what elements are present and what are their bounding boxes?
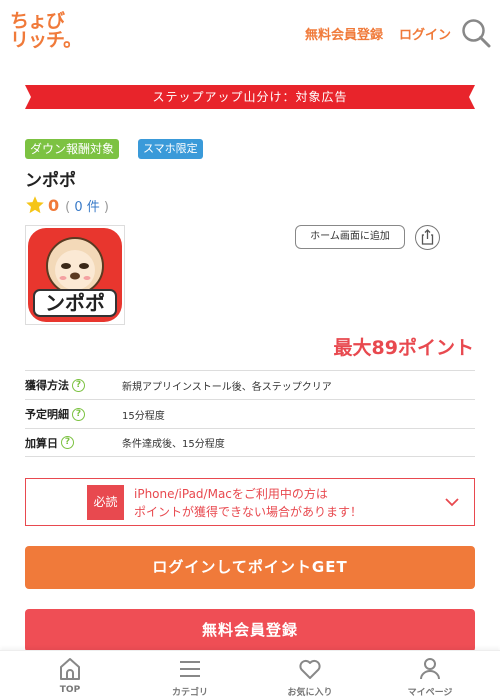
help-icon[interactable]: ? (72, 407, 85, 421)
help-icon[interactable]: ? (72, 378, 85, 392)
login-link[interactable]: ログイン (399, 24, 451, 43)
app-title: ンポポ (25, 171, 76, 191)
share-button[interactable] (415, 225, 440, 250)
nav-label: カテゴリ (171, 688, 208, 698)
must-read-badge: 必読 (87, 485, 124, 520)
nav-item-category[interactable]: カテゴリ (140, 651, 240, 700)
chevron-down-icon[interactable] (444, 494, 460, 510)
logo-line2: リッチ。 (10, 29, 82, 51)
notice-text: iPhone/iPad/Macをご利用中の方は ポイントが獲得できない場合があり… (134, 487, 363, 519)
header: ちょび リッチ。 無料会員登録 ログイン (0, 0, 500, 66)
info-table: 獲得方法? 新規アプリインストール後、各ステップクリア 予定明細? 15分程度 … (25, 370, 475, 457)
login-get-points-button[interactable]: ログインしてポイントGET (25, 546, 475, 589)
heart-icon (299, 659, 321, 679)
menu-icon (180, 661, 200, 677)
ios-notice[interactable]: 必読 iPhone/iPad/Macをご利用中の方は ポイントが獲得できない場合… (25, 478, 475, 526)
share-icon (421, 229, 434, 245)
help-icon[interactable]: ? (61, 436, 74, 449)
review-count[interactable]: ( 0 件 ) (65, 196, 109, 215)
nav-item-top[interactable]: TOP (20, 651, 120, 700)
search-icon[interactable] (461, 18, 491, 48)
info-value: 新規アプリインストール後、各ステップクリア (122, 381, 332, 393)
info-row-method: 獲得方法? 新規アプリインストール後、各ステップクリア (25, 370, 475, 399)
nav-label: マイページ (407, 688, 453, 698)
svg-text:ンポポ: ンポポ (45, 291, 105, 315)
bottom-nav: TOP カテゴリ お気に入り マイページ (0, 650, 500, 700)
register-button[interactable]: 無料会員登録 (25, 609, 475, 652)
info-label: 獲得方法? (25, 377, 122, 393)
info-value: 条件達成後、15分程度 (122, 439, 225, 450)
down-reward-badge: ダウン報酬対象 (25, 139, 120, 159)
nav-label: お気に入り (287, 688, 333, 698)
step-up-banner: ステップアップ山分け：対象広告 (25, 85, 475, 109)
info-label: 加算日? (25, 435, 122, 451)
register-link[interactable]: 無料会員登録 (305, 24, 383, 43)
rating-score: 0 (48, 195, 60, 215)
info-row-schedule: 予定明細? 15分程度 (25, 399, 475, 428)
info-label: 予定明細? (25, 406, 122, 422)
smartphone-only-badge: スマホ限定 (138, 139, 203, 159)
max-points: 最大89ポイント (333, 337, 474, 359)
nav-item-favorites[interactable]: お気に入り (260, 651, 360, 700)
add-to-home-button[interactable]: ホーム画面に追加 (295, 225, 405, 249)
info-row-credit-date: 加算日? 条件達成後、15分程度 (25, 428, 475, 457)
star-icon (26, 196, 44, 214)
app-icon: ンポポ (25, 225, 125, 325)
user-icon (420, 658, 440, 680)
info-value: 15分程度 (122, 410, 165, 422)
logo[interactable]: ちょび リッチ。 (10, 12, 82, 51)
nav-item-mypage[interactable]: マイページ (380, 651, 480, 700)
rating: 0 ( 0 件 ) (25, 194, 109, 216)
home-icon (60, 658, 80, 680)
banner-text: ステップアップ山分け：対象広告 (152, 90, 348, 104)
nav-label: TOP (59, 685, 81, 695)
